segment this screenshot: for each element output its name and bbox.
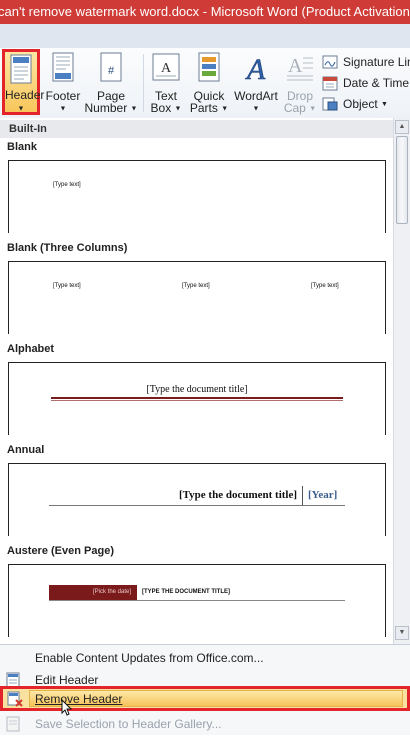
quick-parts-icon (196, 52, 222, 85)
chevron-down-icon: ▼ (174, 105, 182, 113)
chevron-down-icon: ▼ (381, 100, 388, 108)
gallery-category-header: Built-In (0, 120, 393, 138)
text-box-button[interactable]: A Text Box ▼ (146, 50, 186, 115)
gallery-item-title: Austere (Even Page) (7, 545, 114, 557)
svg-text:A: A (161, 61, 172, 76)
footer-button[interactable]: Footer ▼ (44, 50, 82, 114)
gallery-item-title: Alphabet (7, 343, 55, 355)
wordart-button[interactable]: A WordArt ▼ (230, 50, 282, 114)
header-icon (10, 54, 32, 87)
scroll-thumb[interactable] (396, 136, 408, 224)
svg-text:A: A (245, 53, 266, 82)
scroll-up-icon[interactable]: ▲ (395, 120, 409, 134)
page-number-icon: # (100, 52, 122, 85)
scroll-down-icon[interactable]: ▼ (395, 626, 409, 640)
ribbon-tab-strip (0, 24, 410, 49)
gallery-item-blank-three-columns[interactable]: [Type text] [Type text] [Type text] (8, 261, 386, 334)
gallery-item-title: Blank (Three Columns) (7, 242, 128, 254)
title-bar: can't remove watermark word.docx - Micro… (0, 0, 410, 24)
footer-icon (52, 52, 74, 85)
title-rule (51, 397, 343, 399)
chevron-down-icon: ▼ (309, 105, 317, 113)
gallery-scrollbar[interactable]: ▲ ▼ (393, 118, 410, 644)
placeholder-text: [TYPE THE DOCUMENT TITLE] (142, 589, 230, 595)
text-box-label-2: Box ▼ (150, 101, 182, 115)
date-time-button[interactable]: Date & Time (322, 73, 410, 93)
mouse-cursor-icon (61, 698, 75, 720)
svg-text:#: # (108, 65, 115, 77)
header-button-label: Header (5, 88, 45, 102)
window-title: can't remove watermark word.docx - Micro… (0, 4, 410, 19)
gallery-item-blank[interactable]: [Type text] (8, 160, 386, 233)
menu-item-label: Remove Header (35, 692, 123, 706)
drop-cap-button[interactable]: A Drop Cap ▼ (282, 50, 318, 115)
header-gallery: Built-In Blank [Type text] Blank (Three … (0, 118, 393, 644)
chevron-down-icon: ▼ (221, 105, 229, 113)
gallery-item-title: Annual (7, 444, 45, 456)
object-icon (322, 96, 338, 118)
menu-item-label: Enable Content Updates from Office.com..… (35, 651, 264, 665)
placeholder-text: [Type the document title] (146, 384, 248, 395)
wordart-icon: A (241, 52, 271, 87)
placeholder-text: [Type text] (53, 283, 81, 289)
gallery-item-austere-even-page[interactable]: [Pick the date] [TYPE THE DOCUMENT TITLE… (8, 564, 386, 637)
divider (302, 486, 303, 506)
drop-cap-label-2: Cap ▼ (283, 101, 317, 115)
quick-parts-label-2: Parts ▼ (189, 101, 229, 115)
title-rule (51, 400, 343, 401)
object-button[interactable]: Object ▼ (322, 94, 410, 114)
chevron-down-icon: ▼ (59, 105, 67, 113)
title-rule (49, 505, 345, 506)
placeholder-text: [Type the document title] (179, 489, 298, 501)
chevron-down-icon: ▼ (130, 105, 138, 113)
title-rule (49, 600, 345, 601)
placeholder-text: [Year] (308, 489, 338, 501)
ribbon-group-separator (143, 54, 144, 112)
save-selection-icon (6, 716, 20, 739)
remove-header-item[interactable]: Remove Header (0, 686, 410, 716)
text-box-icon: A (151, 52, 181, 85)
gallery-item-alphabet[interactable]: [Type the document title] (8, 362, 386, 435)
chevron-down-icon: ▼ (17, 105, 25, 113)
signature-line-label: Signature Line (343, 55, 410, 69)
ribbon: Header ▼ Footer ▼ # Page Number ▼ A Text… (0, 48, 410, 119)
remove-header-icon (7, 691, 23, 710)
gallery-item-title: Blank (7, 141, 37, 153)
drop-cap-icon: A (285, 52, 315, 85)
gallery-item-annual[interactable]: [Type the document title] [Year] (8, 463, 386, 536)
placeholder-text: [Type text] (182, 283, 210, 289)
header-button[interactable]: Header ▼ (2, 49, 45, 115)
enable-content-updates-item[interactable]: Enable Content Updates from Office.com..… (0, 647, 410, 669)
page-number-button[interactable]: # Page Number ▼ (84, 50, 138, 115)
object-label: Object ▼ (343, 97, 388, 111)
date-time-label: Date & Time (343, 76, 410, 90)
quick-parts-button[interactable]: Quick Parts ▼ (189, 50, 229, 115)
placeholder-text: [Pick the date] (93, 589, 132, 595)
signature-line-button[interactable]: Signature Line (322, 52, 410, 72)
chevron-down-icon: ▼ (252, 105, 260, 113)
page-number-label-2: Number ▼ (84, 101, 138, 115)
svg-text:A: A (288, 55, 303, 77)
placeholder-text: [Type text] (311, 283, 339, 289)
placeholder-text: [Type text] (53, 182, 81, 188)
